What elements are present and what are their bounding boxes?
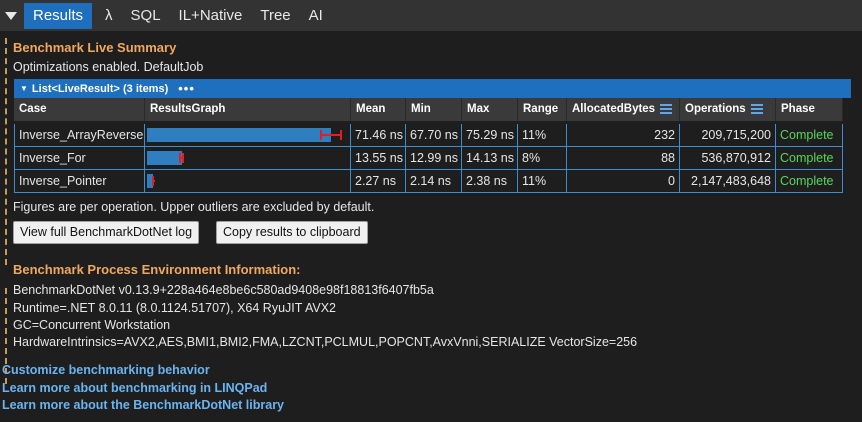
- more-options-icon[interactable]: •••: [178, 81, 195, 96]
- cell-min: 12.99 ns: [406, 147, 462, 170]
- tab-tree[interactable]: Tree: [251, 3, 299, 29]
- results-graph-error-bar: [321, 134, 341, 136]
- copy-results-button[interactable]: Copy results to clipboard: [216, 221, 368, 244]
- customize-benchmarking-link[interactable]: Customize benchmarking behavior: [2, 363, 210, 377]
- results-graph-error-cap: [320, 130, 323, 140]
- footnote: Figures are per operation. Upper outlier…: [13, 200, 375, 214]
- results-graph-error-cap: [152, 176, 155, 186]
- menu-icon[interactable]: [750, 103, 763, 114]
- table-row: Inverse_Pointer 2.27 ns 2.14 ns 2.38 ns …: [14, 170, 843, 193]
- cell-operations: 536,870,912: [680, 147, 776, 170]
- table-row: Inverse_For 13.55 ns 12.99 ns 14.13 ns 8…: [14, 147, 843, 170]
- learn-benchmarking-linqpad-link[interactable]: Learn more about benchmarking in LINQPad: [2, 381, 267, 395]
- column-header-operations[interactable]: Operations: [680, 98, 776, 121]
- cell-max: 2.38 ns: [462, 170, 518, 193]
- cell-case: Inverse_ArrayReverse: [14, 124, 145, 147]
- cell-results-graph: [145, 147, 351, 170]
- learn-benchmarkdotnet-link[interactable]: Learn more about the BenchmarkDotNet lib…: [2, 398, 284, 412]
- cell-phase: Complete: [776, 170, 843, 193]
- results-graph-bar: [147, 128, 332, 142]
- output-tab-bar: Results λ SQL IL+Native Tree AI: [0, 0, 862, 31]
- list-header-label: List<LiveResult> (3 items): [31, 82, 169, 95]
- cell-mean: 13.55 ns: [351, 147, 406, 170]
- cell-range: 11%: [518, 124, 567, 147]
- tab-lambda[interactable]: λ: [96, 3, 122, 29]
- cell-max: 75.29 ns: [462, 124, 518, 147]
- cell-allocated-bytes: 88: [567, 147, 680, 170]
- column-header-resultsgraph[interactable]: ResultsGraph: [145, 98, 351, 121]
- column-header-allocatedbytes-label: AllocatedBytes: [572, 103, 656, 115]
- tab-ai[interactable]: AI: [300, 3, 332, 29]
- tab-results[interactable]: Results: [24, 2, 93, 29]
- column-header-operations-label: Operations: [685, 103, 746, 115]
- results-panel: Benchmark Live Summary Optimizations ena…: [0, 31, 862, 422]
- cell-phase: Complete: [776, 124, 843, 147]
- results-graph-bar: [147, 151, 182, 165]
- column-header-case[interactable]: Case: [14, 98, 145, 121]
- table-row: Inverse_ArrayReverse 71.46 ns 67.70 ns 7…: [14, 124, 843, 147]
- env-line: GC=Concurrent Workstation: [13, 318, 171, 332]
- triangle-down-icon: ▼: [20, 84, 28, 93]
- cell-phase: Complete: [776, 147, 843, 170]
- cell-case: Inverse_Pointer: [14, 170, 145, 193]
- column-header-phase[interactable]: Phase: [776, 98, 843, 121]
- view-log-button[interactable]: View full BenchmarkDotNet log: [13, 221, 200, 244]
- env-line: Runtime=.NET 8.0.11 (8.0.1124.51707), X6…: [13, 301, 336, 315]
- column-header-allocatedbytes[interactable]: AllocatedBytes: [567, 98, 680, 121]
- cell-operations: 2,147,483,648: [680, 170, 776, 193]
- column-header-mean[interactable]: Mean: [351, 98, 406, 121]
- results-graph-error-cap: [179, 153, 182, 163]
- benchmark-summary-section: Benchmark Live Summary Optimizations ena…: [5, 38, 859, 265]
- tab-il-native[interactable]: IL+Native: [170, 3, 252, 29]
- cell-operations: 209,715,200: [680, 124, 776, 147]
- table-header-row: Case ResultsGraph Mean Min Max Range All…: [14, 98, 843, 121]
- tab-sql[interactable]: SQL: [122, 3, 170, 29]
- cell-range: 8%: [518, 147, 567, 170]
- env-line: BenchmarkDotNet v0.13.9+228a464e8be6c580…: [13, 283, 434, 297]
- results-graph-error-cap: [340, 130, 342, 140]
- column-header-min[interactable]: Min: [406, 98, 462, 121]
- column-header-range[interactable]: Range: [518, 98, 567, 121]
- summary-heading: Benchmark Live Summary: [13, 40, 177, 55]
- results-graph-error-cap: [182, 153, 185, 163]
- cell-min: 2.14 ns: [406, 170, 462, 193]
- cell-mean: 71.46 ns: [351, 124, 406, 147]
- cell-max: 14.13 ns: [462, 147, 518, 170]
- column-header-max[interactable]: Max: [462, 98, 518, 121]
- environment-heading: Benchmark Process Environment Informatio…: [13, 262, 301, 277]
- triangle-down-icon: [5, 11, 17, 20]
- cell-allocated-bytes: 232: [567, 124, 680, 147]
- cell-min: 67.70 ns: [406, 124, 462, 147]
- list-header[interactable]: ▼ List<LiveResult> (3 items) •••: [14, 79, 851, 98]
- collapse-panel-button[interactable]: [0, 0, 22, 31]
- cell-results-graph: [145, 124, 351, 147]
- cell-results-graph: [145, 170, 351, 193]
- cell-mean: 2.27 ns: [351, 170, 406, 193]
- cell-range: 11%: [518, 170, 567, 193]
- menu-icon[interactable]: [660, 103, 673, 114]
- cell-case: Inverse_For: [14, 147, 145, 170]
- env-line: HardwareIntrinsics=AVX2,AES,BMI1,BMI2,FM…: [13, 335, 638, 349]
- summary-subtitle: Optimizations enabled. DefaultJob: [13, 60, 204, 74]
- cell-allocated-bytes: 0: [567, 170, 680, 193]
